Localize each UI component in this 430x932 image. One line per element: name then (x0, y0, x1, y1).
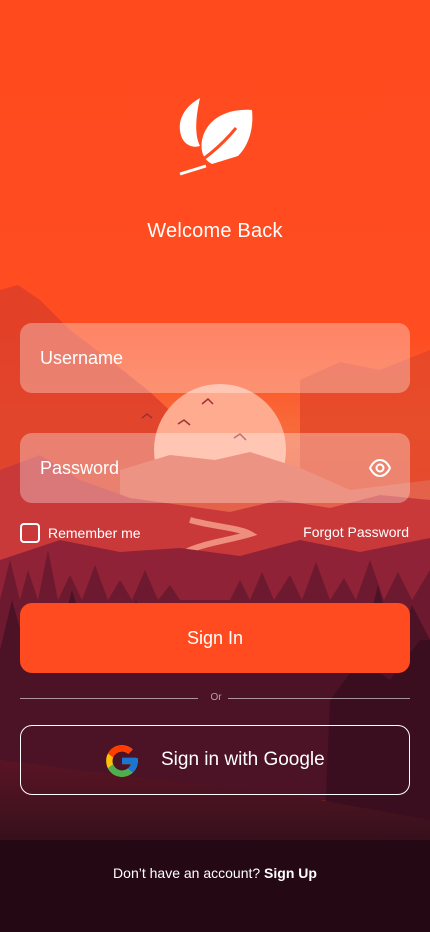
divider-line-right (228, 698, 410, 699)
password-input[interactable] (40, 433, 360, 503)
forgot-password-link[interactable]: Forgot Password (303, 524, 409, 540)
remember-label: Remember me (48, 525, 141, 541)
login-screen: Welcome Back Remember me Forgot Password… (0, 0, 430, 932)
divider-line-left (20, 698, 198, 699)
eye-icon[interactable] (368, 457, 392, 479)
signup-prompt-text: Don’t have an account? (113, 865, 261, 881)
username-input[interactable] (40, 323, 360, 393)
google-signin-button[interactable]: Sign in with Google (20, 725, 410, 795)
google-signin-label: Sign in with Google (161, 749, 325, 770)
remember-me[interactable]: Remember me (20, 522, 141, 544)
divider-label: Or (210, 692, 222, 703)
password-field[interactable] (20, 433, 410, 503)
google-icon (106, 745, 138, 777)
username-field[interactable] (20, 323, 410, 393)
sign-in-button[interactable]: Sign In (20, 603, 410, 673)
sign-up-link[interactable]: Sign Up (264, 865, 317, 881)
or-divider: Or (20, 692, 410, 706)
page-title: Welcome Back (147, 220, 283, 242)
leaf-icon (179, 98, 253, 176)
signup-prompt: Don’t have an account? Sign Up (0, 865, 430, 881)
remember-checkbox[interactable] (20, 523, 40, 543)
